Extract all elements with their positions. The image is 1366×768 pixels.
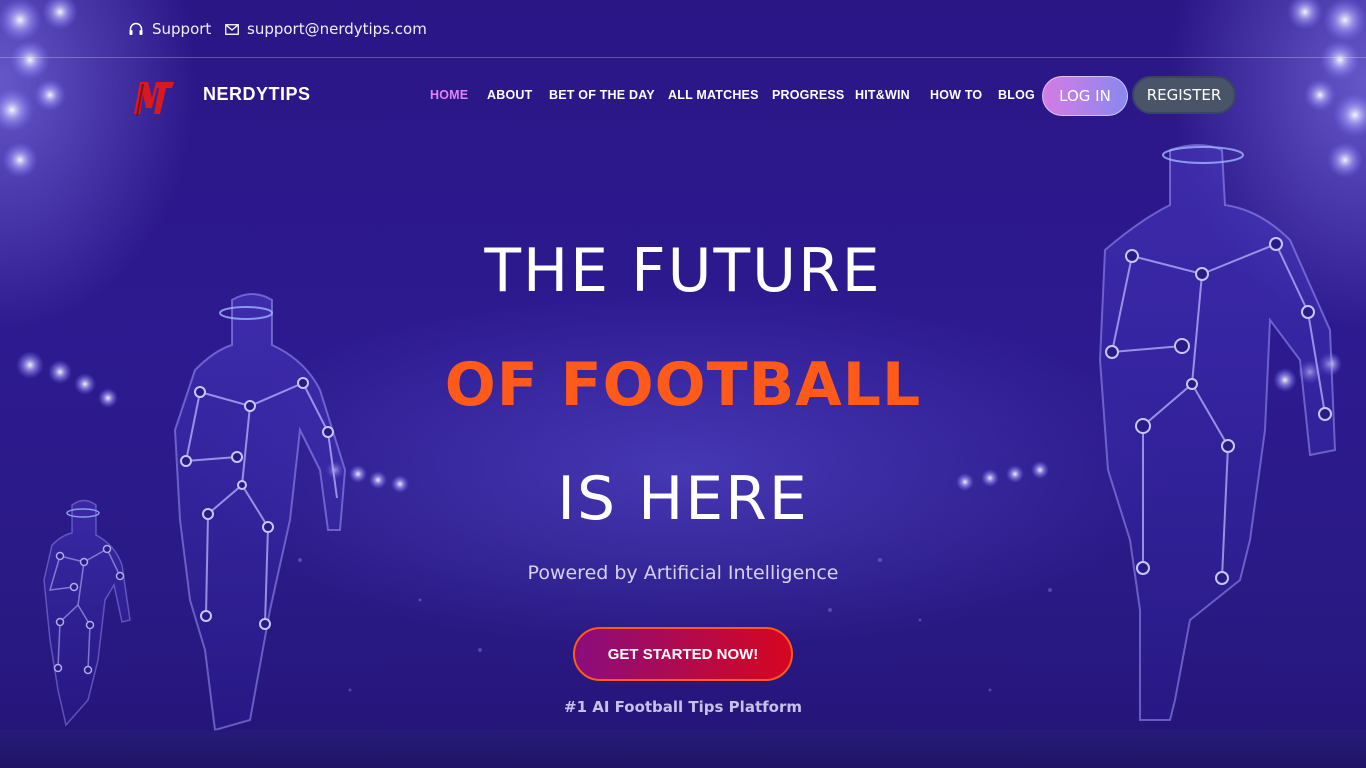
login-button[interactable]: LOG IN: [1042, 76, 1128, 116]
hero-headline-line-2: OF FOOTBALL: [444, 350, 922, 420]
email-address: support@nerdytips.com: [247, 20, 427, 38]
nav-menu: HOME ABOUT BET OF THE DAY ALL MATCHES PR…: [0, 88, 1040, 106]
get-started-button[interactable]: GET STARTED NOW!: [573, 627, 793, 681]
top-contact-bar: Support support@nerdytips.com: [0, 0, 1366, 58]
support-label: Support: [152, 20, 212, 38]
far-left-player-figure: [43, 499, 131, 727]
field-ground: [0, 730, 1366, 768]
nav-item-all-matches[interactable]: ALL MATCHES: [668, 88, 759, 102]
hero-headline-line-1: THE FUTURE: [484, 236, 882, 306]
nav-item-home[interactable]: HOME: [430, 88, 468, 102]
support-link[interactable]: Support: [128, 20, 211, 38]
hero-tagline: #1 AI Football Tips Platform: [564, 698, 802, 716]
nav-item-hit-and-win[interactable]: HIT&WIN: [855, 88, 910, 102]
nav-item-about[interactable]: ABOUT: [487, 88, 532, 102]
headset-icon: [129, 22, 143, 35]
nav-item-progress[interactable]: PROGRESS: [772, 88, 844, 102]
main-navigation: NERDYTIPS HOME ABOUT BET OF THE DAY ALL …: [0, 58, 1366, 132]
nav-item-bet-of-the-day[interactable]: BET OF THE DAY: [549, 88, 655, 102]
right-player-figure: [1098, 144, 1337, 721]
nav-item-how-to[interactable]: HOW TO: [930, 88, 982, 102]
register-button[interactable]: REGISTER: [1132, 76, 1236, 114]
hero-subtitle: Powered by Artificial Intelligence: [527, 562, 839, 584]
email-link[interactable]: support@nerdytips.com: [225, 20, 427, 38]
envelope-icon: [225, 23, 239, 35]
nav-item-blog[interactable]: BLOG: [998, 88, 1035, 102]
hero-headline-line-3: IS HERE: [557, 464, 809, 534]
